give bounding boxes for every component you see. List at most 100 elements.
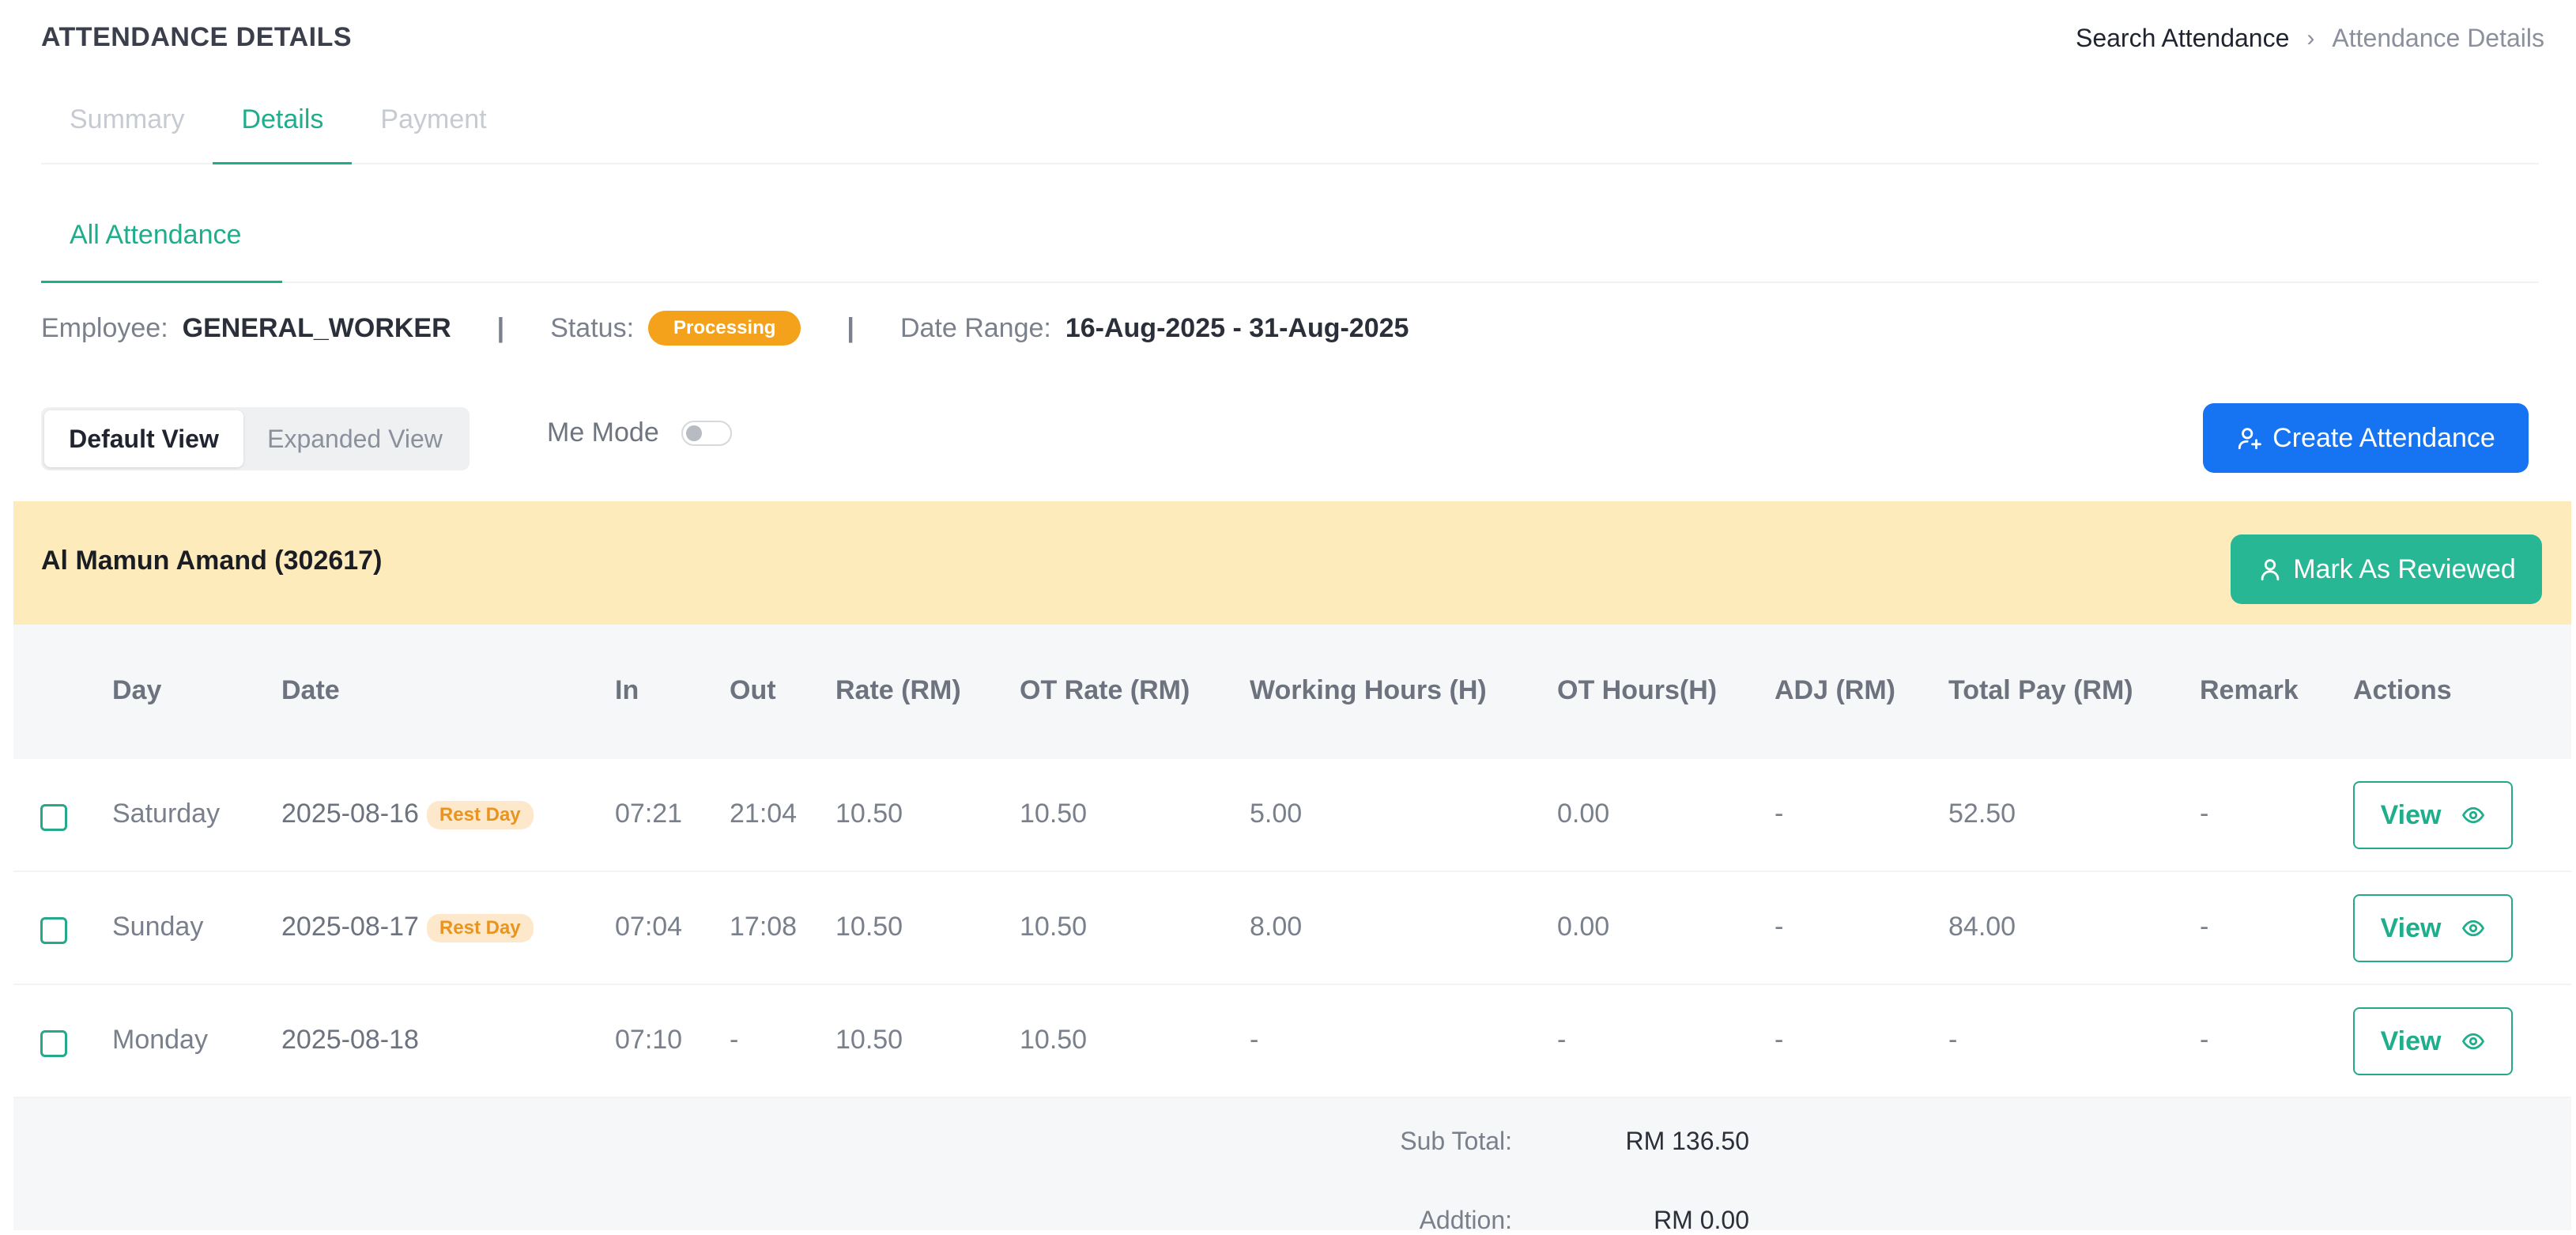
cell-rate: 10.50 <box>835 1025 903 1055</box>
attendance-info: Employee: GENERAL_WORKER | Status: Proce… <box>41 308 1409 348</box>
expanded-view-button[interactable]: Expanded View <box>243 410 466 467</box>
cell-ot-rate: 10.50 <box>1020 799 1088 829</box>
cell-in: 07:10 <box>615 1025 683 1055</box>
cell-remark: - <box>2200 1025 2209 1055</box>
cell-ot-rate: 10.50 <box>1020 912 1088 942</box>
employee-label: Employee: <box>41 312 168 343</box>
employee-section-header: Al Mamun Amand (302617) Mark As Reviewed <box>13 501 2571 625</box>
me-mode-label: Me Mode <box>547 417 659 448</box>
date-text: 2025-08-17 <box>281 912 419 942</box>
page-title: ATTENDANCE DETAILS <box>41 22 353 52</box>
date-text: 2025-08-16 <box>281 799 419 829</box>
column-header-date: Date <box>281 675 340 705</box>
cell-ot-rate: 10.50 <box>1020 1025 1088 1055</box>
employee-name: Al Mamun Amand (302617) <box>41 546 383 576</box>
rest-day-badge: Rest Day <box>426 914 534 943</box>
cell-adj: - <box>1775 799 1784 829</box>
cell-remark: - <box>2200 799 2209 829</box>
table-header: Day Date In Out Rate (RM) OT Rate (RM) W… <box>13 625 2571 759</box>
table-row: Saturday 2025-08-16 Rest Day 07:21 21:04 … <box>13 759 2571 872</box>
column-header-out: Out <box>730 675 776 705</box>
addition-value: RM 0.00 <box>1654 1206 1749 1234</box>
row-checkbox[interactable] <box>40 804 67 831</box>
info-divider: | <box>496 312 505 343</box>
breadcrumb-search-attendance[interactable]: Search Attendance <box>2076 24 2289 53</box>
breadcrumb: Search Attendance › Attendance Details <box>2076 24 2544 53</box>
chevron-right-icon: › <box>2306 25 2315 51</box>
column-header-day: Day <box>112 675 162 705</box>
cell-total-pay: 52.50 <box>1948 799 2016 829</box>
eye-icon <box>2462 1033 2485 1050</box>
status-badge: Processing <box>648 311 801 346</box>
table-row: Monday 2025-08-18 07:10 - 10.50 10.50 - … <box>13 985 2571 1098</box>
me-mode: Me Mode <box>547 417 732 448</box>
eye-icon <box>2462 806 2485 824</box>
tab-payment[interactable]: Payment <box>352 89 515 164</box>
cell-ot-hours: 0.00 <box>1557 799 1610 829</box>
info-divider: | <box>847 312 854 343</box>
tab-details[interactable]: Details <box>213 89 353 164</box>
cell-total-pay: - <box>1948 1025 1958 1055</box>
view-label: View <box>2380 1025 2442 1056</box>
view-button[interactable]: View <box>2353 894 2513 962</box>
cell-date: 2025-08-16 Rest Day <box>281 799 534 830</box>
status-label: Status: <box>550 312 635 343</box>
cell-working-hours: - <box>1250 1025 1259 1055</box>
cell-ot-hours: - <box>1557 1025 1567 1055</box>
cell-in: 07:21 <box>615 799 683 829</box>
cell-adj: - <box>1775 1025 1784 1055</box>
cell-date: 2025-08-18 <box>281 1025 419 1055</box>
create-attendance-button[interactable]: Create Attendance <box>2203 403 2529 473</box>
column-header-adj: ADJ (RM) <box>1775 675 1895 705</box>
column-header-ot-rate: OT Rate (RM) <box>1020 675 1190 705</box>
column-header-working-hours: Working Hours (H) <box>1250 675 1487 705</box>
column-header-remark: Remark <box>2200 675 2299 705</box>
cell-day: Sunday <box>112 912 204 942</box>
cell-day: Saturday <box>112 799 221 829</box>
me-mode-toggle[interactable] <box>681 420 732 446</box>
view-label: View <box>2380 799 2442 830</box>
row-checkbox[interactable] <box>40 917 67 944</box>
cell-out: 17:08 <box>730 912 798 942</box>
cell-rate: 10.50 <box>835 912 903 942</box>
eye-icon <box>2462 920 2485 937</box>
cell-total-pay: 84.00 <box>1948 912 2016 942</box>
mark-as-reviewed-button[interactable]: Mark As Reviewed <box>2231 534 2542 604</box>
toggle-knob <box>685 425 702 441</box>
column-header-in: In <box>615 675 639 705</box>
cell-day: Monday <box>112 1025 208 1055</box>
cell-ot-hours: 0.00 <box>1557 912 1610 942</box>
employee-value: GENERAL_WORKER <box>182 312 451 343</box>
view-toggle: Default View Expanded View <box>41 407 470 470</box>
totals-footer: Sub Total: RM 136.50 Addtion: RM 0.00 <box>13 1098 2571 1234</box>
tab-summary[interactable]: Summary <box>41 89 213 164</box>
cell-out: 21:04 <box>730 799 798 829</box>
row-checkbox[interactable] <box>40 1030 67 1057</box>
user-icon <box>2261 559 2280 581</box>
tab-bar: Summary Details Payment <box>41 89 2539 164</box>
cell-adj: - <box>1775 912 1784 942</box>
subtotal-label: Sub Total: <box>1400 1127 1512 1155</box>
default-view-button[interactable]: Default View <box>44 410 243 467</box>
column-header-actions: Actions <box>2353 675 2452 705</box>
table-row: Sunday 2025-08-17 Rest Day 07:04 17:08 10… <box>13 872 2571 985</box>
rest-day-badge: Rest Day <box>426 801 534 830</box>
mark-as-reviewed-label: Mark As Reviewed <box>2293 553 2516 584</box>
tab-all-attendance[interactable]: All Attendance <box>41 220 282 283</box>
subtab-bar: All Attendance <box>41 164 2539 283</box>
cell-working-hours: 8.00 <box>1250 912 1303 942</box>
cell-working-hours: 5.00 <box>1250 799 1303 829</box>
user-plus-icon <box>2238 428 2262 450</box>
column-header-total-pay: Total Pay (RM) <box>1948 675 2133 705</box>
view-button[interactable]: View <box>2353 781 2513 849</box>
create-attendance-label: Create Attendance <box>2272 422 2495 453</box>
cell-rate: 10.50 <box>835 799 903 829</box>
column-header-rate: Rate (RM) <box>835 675 961 705</box>
subtotal-value: RM 136.50 <box>1625 1127 1749 1155</box>
addition-label: Addtion: <box>1419 1206 1512 1234</box>
view-button[interactable]: View <box>2353 1007 2513 1075</box>
cell-date: 2025-08-17 Rest Day <box>281 912 534 943</box>
page-header: ATTENDANCE DETAILS Search Attendance › A… <box>0 0 2576 79</box>
date-range-label: Date Range: <box>900 312 1051 343</box>
breadcrumb-current: Attendance Details <box>2332 24 2544 52</box>
